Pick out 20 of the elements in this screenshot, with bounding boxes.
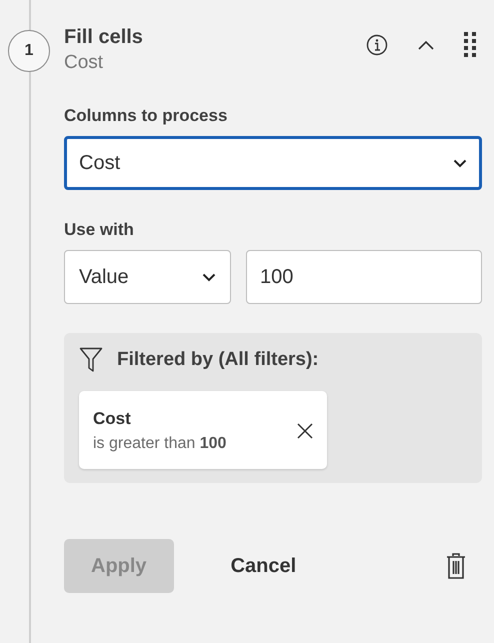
close-icon[interactable] <box>297 423 313 439</box>
filter-condition: is greater than 100 <box>93 435 226 453</box>
step-title: Fill cells <box>64 25 144 50</box>
chevron-down-icon <box>202 272 216 282</box>
filter-panel-title: Filtered by (All filters): <box>117 349 319 371</box>
mode-dropdown[interactable]: Value <box>64 250 231 304</box>
trash-icon[interactable] <box>446 552 466 580</box>
columns-dropdown[interactable]: Cost <box>64 136 482 190</box>
step-subtitle: Cost <box>64 51 104 75</box>
cancel-button[interactable]: Cancel <box>204 539 324 593</box>
field-label: Use with <box>64 220 135 240</box>
info-icon[interactable] <box>366 34 388 56</box>
step-number: 1 <box>8 30 50 72</box>
field-label: Columns to process <box>64 106 228 126</box>
filter-column: Cost <box>93 409 226 429</box>
chevron-down-icon <box>453 158 467 168</box>
drag-handle-icon[interactable] <box>464 32 476 58</box>
filter-icon <box>79 347 103 373</box>
chevron-up-icon[interactable] <box>418 40 434 50</box>
value-input-field[interactable]: 100 <box>246 250 482 304</box>
